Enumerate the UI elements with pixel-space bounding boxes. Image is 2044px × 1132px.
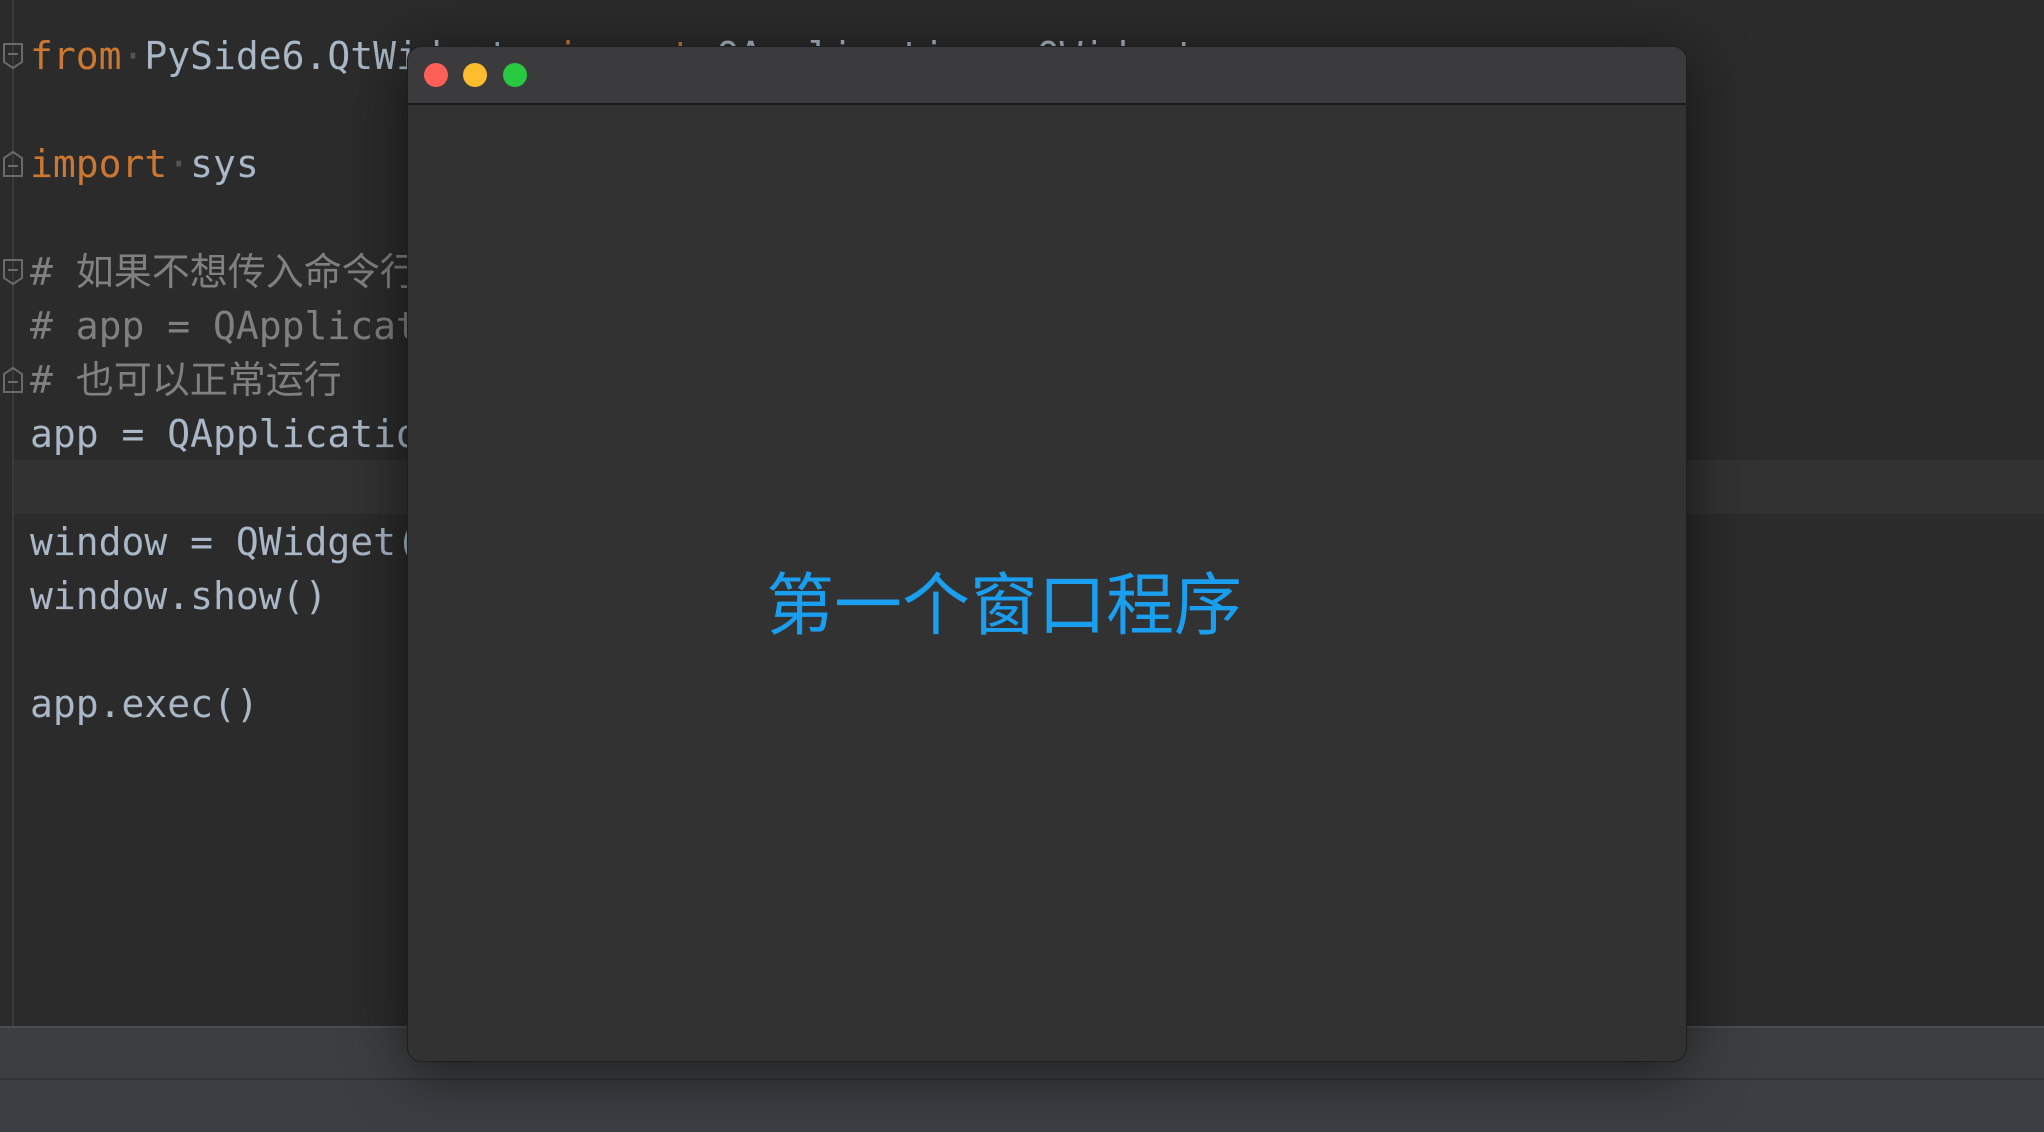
fold-end-marker-icon[interactable]: [2, 366, 24, 394]
window-titlebar[interactable]: [408, 47, 1686, 105]
app-window[interactable]: 第一个窗口程序: [407, 46, 1687, 1062]
minimize-button[interactable]: [463, 63, 487, 87]
module-sys: sys: [190, 142, 259, 186]
keyword-from: from: [30, 34, 122, 78]
code-line-11[interactable]: window.show(): [30, 569, 327, 623]
code-line-3[interactable]: import·sys: [30, 137, 259, 191]
code-line-10[interactable]: window = QWidget(): [30, 515, 442, 569]
keyword-import: import: [30, 142, 168, 186]
fold-marker-icon[interactable]: [2, 258, 24, 286]
maximize-button[interactable]: [503, 63, 527, 87]
code-line-7[interactable]: # 也可以正常运行: [30, 353, 342, 407]
code-line-13[interactable]: app.exec(): [30, 677, 259, 731]
close-button[interactable]: [424, 63, 448, 87]
bottom-toolbar: [0, 1078, 2044, 1132]
fold-marker-icon[interactable]: [2, 42, 24, 70]
screen: from·PySide6.QtWidgets·import·QApplicati…: [0, 0, 2044, 1132]
fold-end-marker-icon[interactable]: [2, 150, 24, 178]
window-label: 第一个窗口程序: [765, 567, 1242, 646]
